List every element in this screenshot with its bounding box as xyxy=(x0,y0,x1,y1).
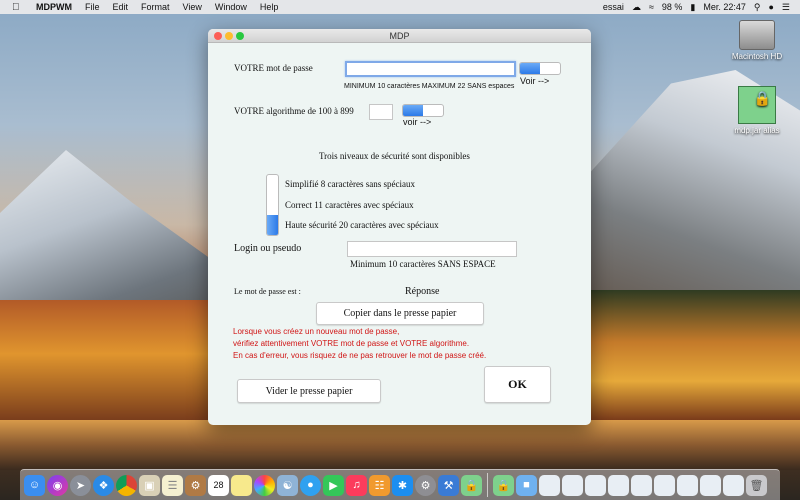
password-hint: MINIMUM 10 caractères MAXIMUM 22 SANS es… xyxy=(344,83,515,90)
jar-icon[interactable]: 🔒 xyxy=(461,474,482,496)
desktop-icon-mdp-jar[interactable]: 🔒 mdp.jar alias xyxy=(722,86,792,135)
levels-title: Trois niveaux de sécurité sont disponibl… xyxy=(319,151,470,161)
contacts-icon[interactable]: ⚙ xyxy=(185,474,206,496)
ok-button[interactable]: OK xyxy=(484,366,551,403)
window-titlebar[interactable]: MDP xyxy=(208,29,591,43)
window-icon[interactable] xyxy=(562,474,583,496)
desktop-icon-macintosh-hd[interactable]: Macintosh HD xyxy=(722,20,792,61)
trash-icon[interactable]: 🗑 xyxy=(746,474,767,496)
clock[interactable]: Mer. 22:47 xyxy=(703,2,746,12)
launchpad-icon[interactable]: ➤ xyxy=(70,474,91,496)
desktop-icon-label: Macintosh HD xyxy=(731,52,783,61)
settings-icon[interactable]: ⚙ xyxy=(415,474,436,496)
jar-icon[interactable]: 🔒 xyxy=(493,474,514,496)
apple-icon[interactable]:  xyxy=(12,2,26,13)
menu-app-name[interactable]: MDPWM xyxy=(36,2,72,12)
wallpaper-forest-right xyxy=(590,290,800,420)
avatar[interactable]: ● xyxy=(768,2,773,12)
books-icon[interactable]: ☷ xyxy=(369,474,390,496)
login-hint: Minimum 10 caractères SANS ESPACE xyxy=(350,259,496,269)
window-icon[interactable] xyxy=(585,474,606,496)
voir-password-toggle[interactable] xyxy=(519,62,561,75)
wallpaper-lake xyxy=(0,420,800,470)
wallpaper-forest-left xyxy=(0,300,210,420)
xcode-icon[interactable]: ⚒ xyxy=(438,474,459,496)
messages-icon[interactable]: ● xyxy=(300,474,321,496)
mdp-window: MDP VOTRE mot de passe Voir --> MINIMUM … xyxy=(208,29,591,425)
login-label: Login ou pseudo xyxy=(234,243,302,254)
menu-bar:  MDPWM File Edit Format View Window Hel… xyxy=(0,0,800,14)
algorithm-input[interactable] xyxy=(369,104,393,120)
search-icon[interactable]: ⚲ xyxy=(754,2,761,13)
result-value: Réponse xyxy=(405,286,440,297)
close-icon[interactable] xyxy=(214,32,222,40)
dock: ☺ ◉ ➤ ❖ ▣ ☰ ⚙ 28 ☯ ● ▶ ♫ ☷ ✱ ⚙ ⚒ 🔒 🔒 ■ 🗑 xyxy=(20,469,780,500)
jar-icon: 🔒 xyxy=(738,86,776,124)
menu-file[interactable]: File xyxy=(85,2,100,12)
window-icon[interactable] xyxy=(723,474,744,496)
preview-icon[interactable]: ▣ xyxy=(139,474,160,496)
login-input[interactable] xyxy=(347,241,517,257)
algorithm-label: VOTRE algorithme de 100 à 899 xyxy=(234,106,354,116)
window-icon[interactable] xyxy=(677,474,698,496)
menu-edit[interactable]: Edit xyxy=(113,2,129,12)
window-icon[interactable] xyxy=(631,474,652,496)
window-icon[interactable] xyxy=(700,474,721,496)
menu-user[interactable]: essai xyxy=(603,2,624,12)
battery-icon[interactable]: ▮ xyxy=(690,2,695,13)
zoom-icon[interactable] xyxy=(236,32,244,40)
minimize-icon[interactable] xyxy=(225,32,233,40)
clear-clipboard-button[interactable]: Vider le presse papier xyxy=(237,379,381,403)
warning-line: Lorsque vous créez un nouveau mot de pas… xyxy=(233,327,400,336)
level-high: Haute sécurité 20 caractères avec spécia… xyxy=(285,220,439,230)
password-input[interactable] xyxy=(345,61,516,77)
facetime-icon[interactable]: ▶ xyxy=(323,474,344,496)
wifi-icon[interactable]: ≈ xyxy=(649,2,654,12)
copy-clipboard-button[interactable]: Copier dans le presse papier xyxy=(316,302,484,325)
voir-algorithm-label: voir --> xyxy=(403,117,432,127)
stickies-icon[interactable] xyxy=(231,474,252,496)
folder-icon[interactable]: ■ xyxy=(516,474,537,496)
notes-icon[interactable]: ☰ xyxy=(162,474,183,496)
battery-percent[interactable]: 98 % xyxy=(662,2,683,12)
menu-window[interactable]: Window xyxy=(215,2,247,12)
menu-help[interactable]: Help xyxy=(260,2,279,12)
window-icon[interactable] xyxy=(539,474,560,496)
voir-algorithm-toggle-fill xyxy=(403,105,423,116)
menu-list-icon[interactable]: ☰ xyxy=(782,2,790,13)
cloud-icon[interactable]: ☁ xyxy=(632,2,641,13)
level-simplified: Simplifié 8 caractères sans spéciaux xyxy=(285,179,415,189)
voir-password-label: Voir --> xyxy=(520,76,550,86)
photos-icon[interactable] xyxy=(254,474,275,496)
siri-icon[interactable]: ◉ xyxy=(47,474,68,496)
warning-text: Lorsque vous créez un nouveau mot de pas… xyxy=(233,326,486,362)
level-correct: Correct 11 caractères avec spéciaux xyxy=(285,200,414,210)
window-icon[interactable] xyxy=(608,474,629,496)
password-label: VOTRE mot de passe xyxy=(234,63,313,73)
warning-line: En cas d'erreur, vous risquez de ne pas … xyxy=(233,351,487,360)
lock-icon: 🔒 xyxy=(753,90,771,106)
voir-password-toggle-fill xyxy=(520,63,540,74)
chrome-icon[interactable] xyxy=(116,474,137,496)
window-title: MDP xyxy=(389,31,410,41)
photobooth-icon[interactable]: ☯ xyxy=(277,474,298,496)
appstore-icon[interactable]: ✱ xyxy=(392,474,413,496)
desktop-icon-label: mdp.jar alias xyxy=(734,126,780,135)
dock-separator xyxy=(487,473,488,497)
music-icon[interactable]: ♫ xyxy=(346,474,367,496)
safari-icon[interactable]: ❖ xyxy=(93,474,114,496)
calendar-icon[interactable]: 28 xyxy=(208,474,229,496)
security-level-slider-fill xyxy=(267,215,278,235)
menu-view[interactable]: View xyxy=(183,2,202,12)
voir-algorithm-toggle[interactable] xyxy=(402,104,444,117)
finder-icon[interactable]: ☺ xyxy=(24,474,45,496)
window-icon[interactable] xyxy=(654,474,675,496)
warning-line: vérifiez attentivement VOTRE mot de pass… xyxy=(233,339,470,348)
security-level-slider[interactable] xyxy=(266,174,279,236)
result-label: Le mot de passe est : xyxy=(234,287,301,296)
hard-drive-icon xyxy=(739,20,775,50)
menu-format[interactable]: Format xyxy=(141,2,170,12)
